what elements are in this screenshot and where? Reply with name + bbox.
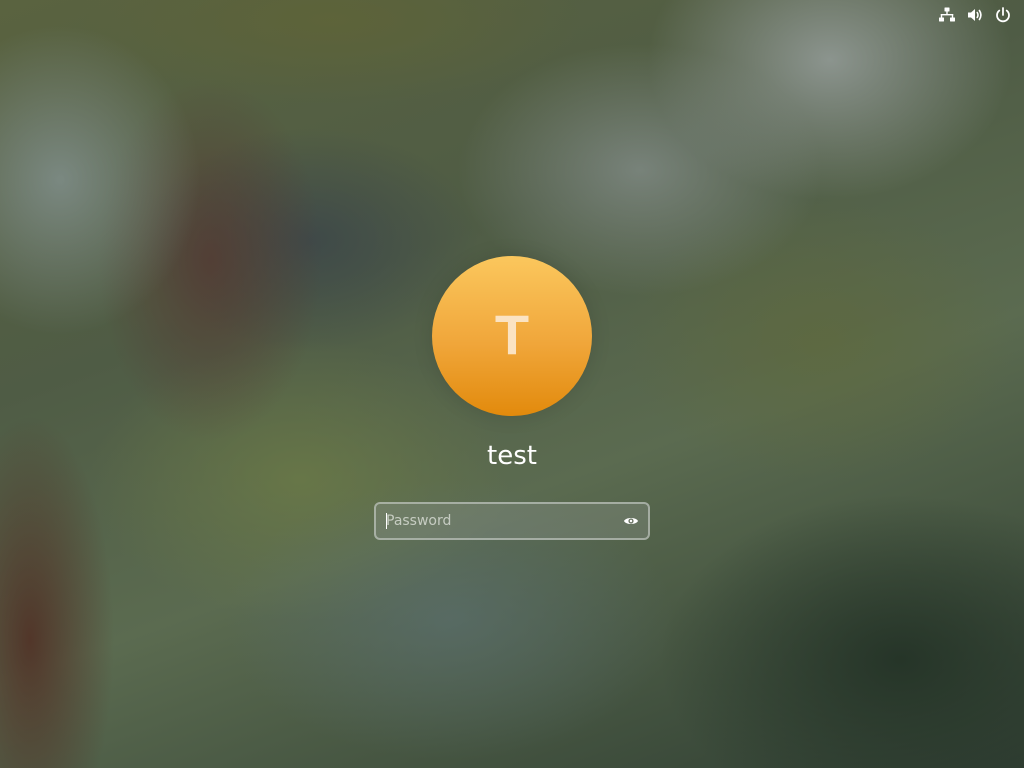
volume-icon[interactable] [966, 6, 984, 24]
eye-icon[interactable] [614, 504, 648, 538]
network-wired-icon[interactable] [938, 6, 956, 24]
password-input[interactable] [376, 504, 614, 538]
password-field[interactable] [374, 502, 650, 540]
system-status-area [938, 6, 1012, 24]
avatar-initial: T [494, 303, 530, 366]
user-avatar[interactable]: T [432, 256, 592, 416]
power-icon[interactable] [994, 6, 1012, 24]
login-panel: T test [0, 256, 1024, 540]
text-cursor [386, 513, 387, 529]
username-label: test [487, 441, 537, 471]
